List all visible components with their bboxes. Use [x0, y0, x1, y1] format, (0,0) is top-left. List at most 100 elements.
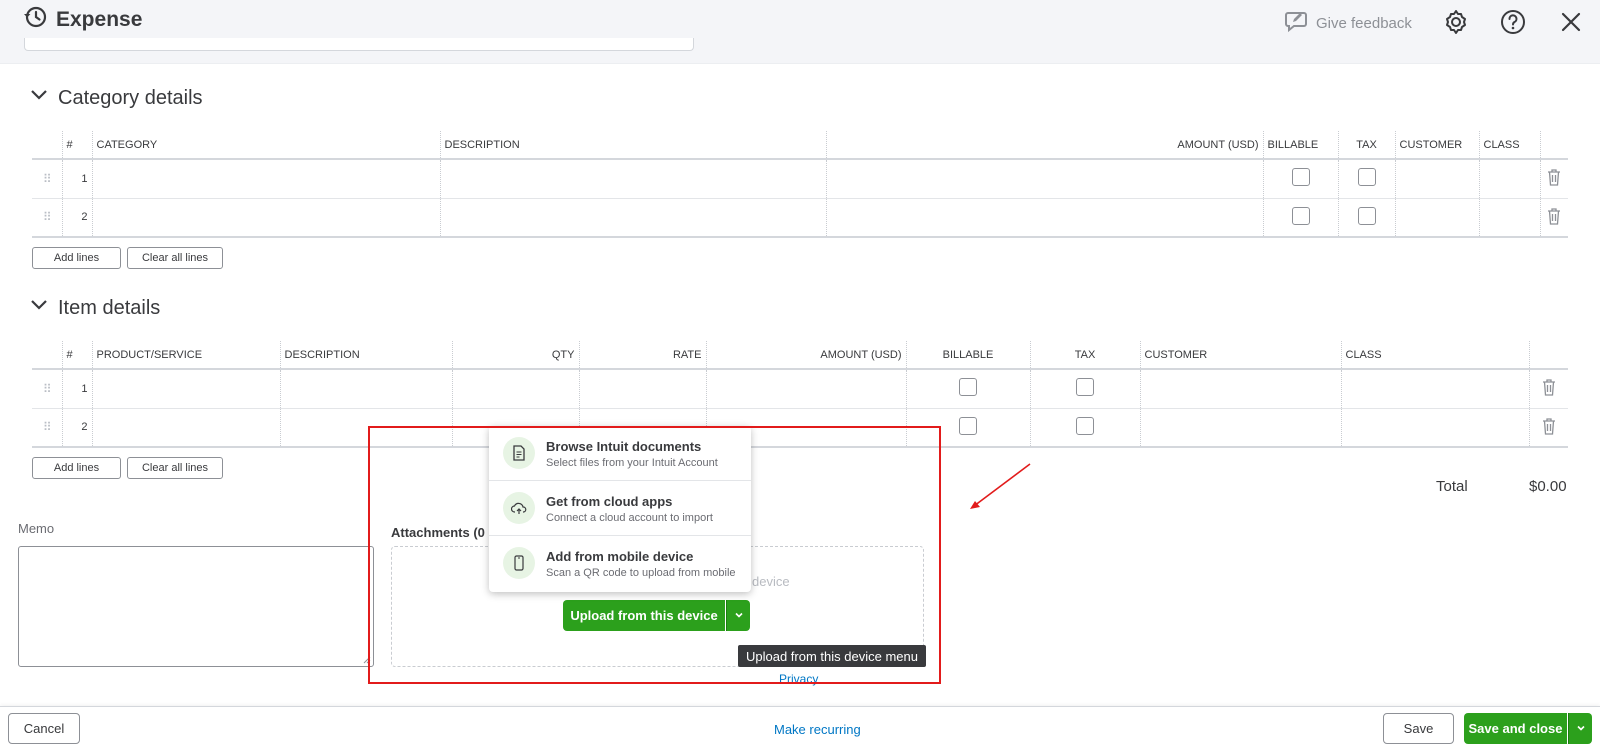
col-amount: AMOUNT (USD) [705, 341, 906, 370]
close-icon[interactable] [1557, 8, 1585, 36]
col-drag [32, 131, 62, 160]
billable-cell [905, 369, 1030, 409]
tax-cell [1029, 408, 1140, 448]
category-details-title: Category details [58, 86, 203, 109]
row-number: 1 [61, 159, 92, 199]
table-row[interactable]: ⠿ 1 [32, 159, 1568, 199]
drag-handle-icon[interactable]: ⠿ [32, 159, 62, 199]
page-header: Expense Give feedback [0, 0, 1600, 64]
product-cell[interactable] [91, 369, 280, 409]
help-icon[interactable] [1499, 8, 1527, 36]
table-row[interactable]: ⠿ 1 [32, 369, 1568, 409]
billable-checkbox[interactable] [959, 378, 977, 397]
chevron-down-icon [30, 86, 48, 110]
category-header-row: # CATEGORY DESCRIPTION AMOUNT (USD) BILL… [32, 131, 1568, 160]
save-button[interactable]: Save [1383, 713, 1454, 744]
customer-cell[interactable] [1139, 369, 1341, 409]
tax-checkbox[interactable] [1357, 206, 1376, 225]
table-row[interactable]: ⠿ 2 [32, 198, 1568, 238]
class-cell[interactable] [1340, 408, 1529, 448]
amount-cell[interactable] [825, 198, 1263, 238]
col-description: DESCRIPTION [279, 341, 452, 370]
col-class: CLASS [1340, 341, 1529, 370]
clear-all-lines-button[interactable]: Clear all lines [127, 247, 223, 269]
qty-cell[interactable] [451, 369, 579, 409]
description-cell[interactable] [439, 159, 826, 199]
memo-textarea[interactable] [18, 546, 374, 667]
trash-icon[interactable] [1547, 168, 1561, 189]
trash-icon[interactable] [1547, 207, 1561, 228]
billable-checkbox[interactable] [959, 416, 977, 435]
gear-icon[interactable] [1442, 8, 1470, 36]
product-cell[interactable] [91, 408, 280, 448]
chevron-down-icon [30, 296, 48, 320]
amount-cell[interactable] [825, 159, 1263, 199]
item-header-row: # PRODUCT/SERVICE DESCRIPTION QTY RATE A… [32, 341, 1568, 370]
cancel-button[interactable]: Cancel [8, 713, 80, 744]
class-cell[interactable] [1340, 369, 1529, 409]
billable-cell [1262, 159, 1338, 199]
title-wrap: Expense [22, 4, 142, 35]
category-details-toggle[interactable]: Category details [30, 86, 203, 110]
save-options-toggle[interactable] [1568, 713, 1592, 744]
col-product-service: PRODUCT/SERVICE [91, 341, 280, 370]
chevron-down-icon [1576, 720, 1586, 738]
annotation-highlight-box [368, 426, 941, 684]
feedback-icon [1284, 8, 1310, 38]
drag-handle-icon[interactable]: ⠿ [32, 408, 62, 448]
col-customer: CUSTOMER [1139, 341, 1341, 370]
actions-cell [1528, 369, 1568, 409]
actions-cell [1539, 159, 1568, 199]
trash-icon[interactable] [1542, 417, 1556, 438]
save-and-close-button[interactable]: Save and close [1464, 713, 1567, 744]
rate-cell[interactable] [578, 369, 706, 409]
category-cell[interactable] [91, 159, 440, 199]
col-actions [1539, 131, 1568, 160]
clear-all-lines-button[interactable]: Clear all lines [127, 457, 223, 479]
col-number: # [61, 341, 92, 370]
tax-checkbox[interactable] [1357, 168, 1376, 187]
description-cell[interactable] [439, 198, 826, 238]
customer-cell[interactable] [1139, 408, 1341, 448]
row-number: 2 [61, 198, 92, 238]
amount-cell[interactable] [705, 369, 906, 409]
col-qty: QTY [451, 341, 579, 370]
description-cell[interactable] [279, 369, 452, 409]
make-recurring-link[interactable]: Make recurring [774, 722, 861, 737]
drag-handle-icon[interactable]: ⠿ [32, 198, 62, 238]
page-title: Expense [56, 7, 143, 31]
total-value: $0.00 [1529, 478, 1567, 495]
billable-checkbox[interactable] [1291, 168, 1310, 187]
billable-checkbox[interactable] [1291, 206, 1310, 225]
memo-label: Memo [18, 521, 55, 536]
trash-icon[interactable] [1542, 378, 1556, 399]
tax-checkbox[interactable] [1076, 416, 1094, 435]
history-icon[interactable] [22, 4, 48, 35]
total-label: Total [1436, 478, 1468, 495]
tax-checkbox[interactable] [1076, 378, 1094, 397]
customer-cell[interactable] [1394, 159, 1479, 199]
tax-cell [1337, 198, 1395, 238]
col-rate: RATE [578, 341, 706, 370]
item-details-toggle[interactable]: Item details [30, 296, 160, 320]
drag-handle-icon[interactable]: ⠿ [32, 369, 62, 409]
col-billable: BILLABLE [1262, 131, 1338, 160]
actions-cell [1528, 408, 1568, 448]
row-number: 1 [61, 369, 92, 409]
annotation-arrow-icon [970, 463, 1031, 509]
payee-field-stub[interactable] [24, 38, 694, 51]
col-tax: TAX [1337, 131, 1395, 160]
col-number: # [61, 131, 92, 160]
give-feedback-link[interactable]: Give feedback [1284, 8, 1412, 38]
class-cell[interactable] [1478, 159, 1540, 199]
customer-cell[interactable] [1394, 198, 1479, 238]
add-lines-button[interactable]: Add lines [32, 457, 121, 479]
col-actions [1528, 341, 1568, 370]
class-cell[interactable] [1478, 198, 1540, 238]
category-cell[interactable] [91, 198, 440, 238]
col-billable: BILLABLE [905, 341, 1030, 370]
actions-cell [1539, 198, 1568, 238]
feedback-label: Give feedback [1316, 14, 1412, 32]
add-lines-button[interactable]: Add lines [32, 247, 121, 269]
item-details-title: Item details [58, 296, 161, 319]
